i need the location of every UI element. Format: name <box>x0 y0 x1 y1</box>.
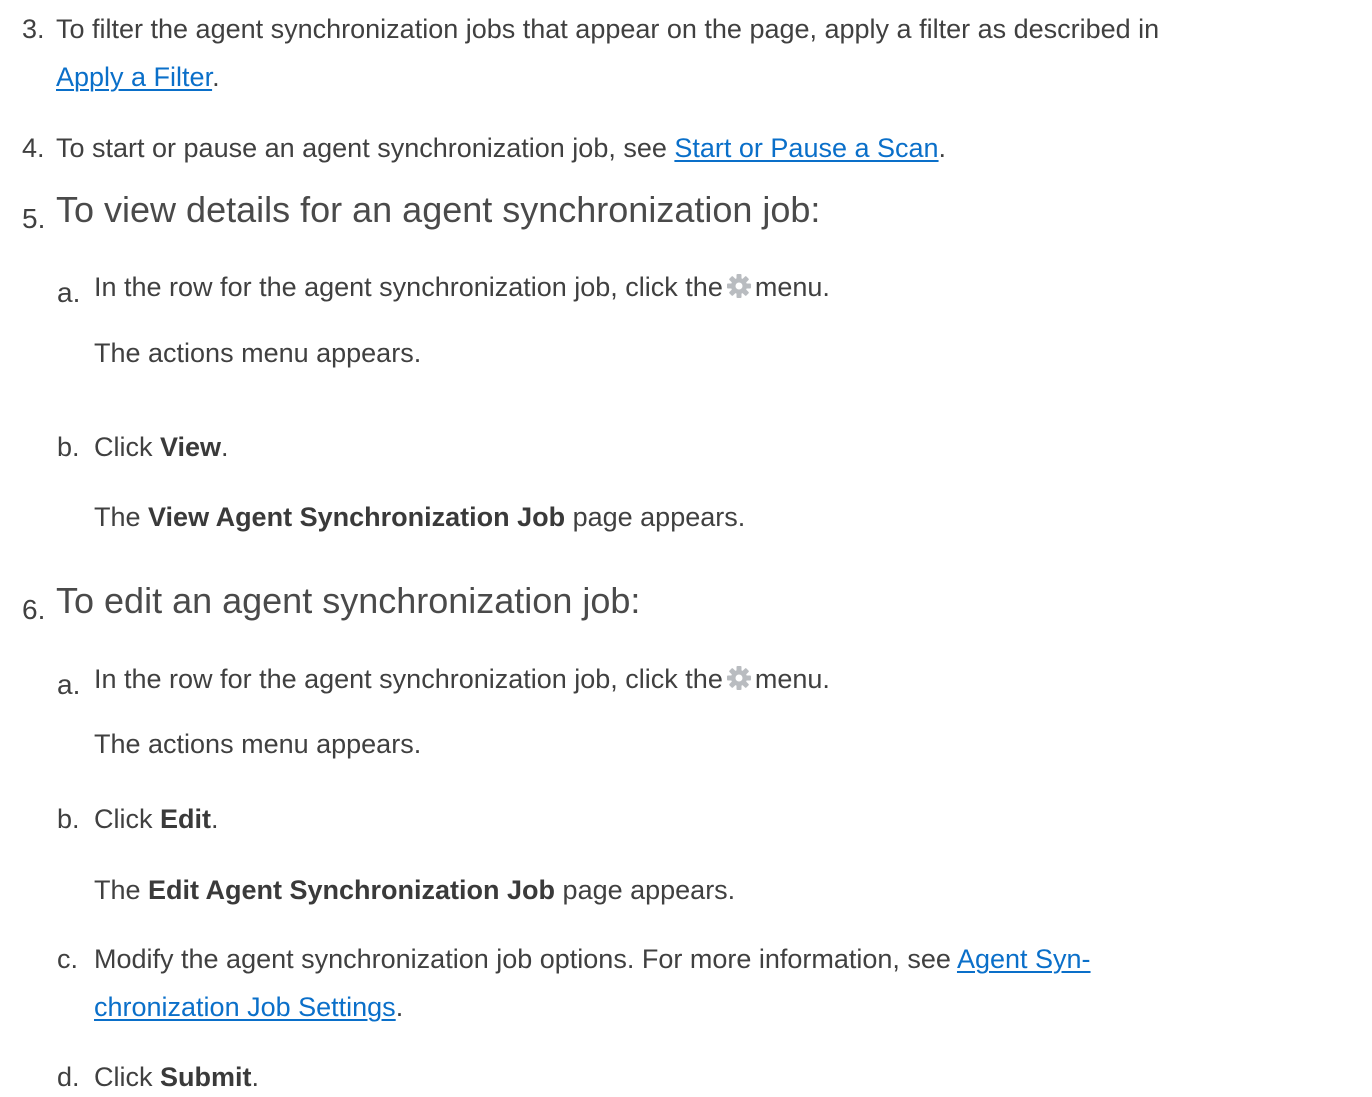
step-5a-after-icon: menu. <box>754 272 830 302</box>
step-6d-text: Click Submit. <box>94 1060 259 1094</box>
step-5a-result: The actions menu appears. <box>94 338 422 368</box>
step-3-text: To filter the agent synchronization jobs… <box>56 14 1160 44</box>
step-5-number: 5. <box>22 203 46 234</box>
step-6d-click: Click <box>94 1062 160 1092</box>
step-3-period: . <box>212 62 220 92</box>
step-6c-text: Modify the agent synchronization job opt… <box>94 942 1091 976</box>
step-5b-result-after: page appears. <box>565 502 746 532</box>
step-5b-letter: b. <box>57 432 80 462</box>
step-5b-result: The View Agent Synchronization Job page … <box>94 500 745 534</box>
step-6b-text: Click Edit. <box>94 802 219 836</box>
view-label: View <box>160 432 222 462</box>
step-4-period: . <box>938 133 947 163</box>
step-5b-click: Click <box>94 432 160 462</box>
step-6b-result: The Edit Agent Synchronization Job page … <box>94 873 735 907</box>
step-3-link-line: Apply a Filter. <box>56 60 220 94</box>
step-6c-line2: chronization Job Settings. <box>94 990 403 1024</box>
apply-filter-link[interactable]: Apply a Filter <box>56 62 212 92</box>
step-6d-period: . <box>251 1062 260 1092</box>
step-5a-before-icon: In the row for the agent synchronization… <box>94 272 723 302</box>
step-6a-text: In the row for the agent synchronization… <box>94 662 830 699</box>
step-6b-result-the: The <box>94 875 149 905</box>
step-6b-letter: b. <box>57 804 80 834</box>
step-3-number: 3. <box>22 14 45 44</box>
start-pause-scan-link[interactable]: Start or Pause a Scan <box>674 133 938 163</box>
step-5b-text: Click View. <box>94 430 229 464</box>
step-6a-result: The actions menu appears. <box>94 729 422 759</box>
submit-label: Submit <box>160 1062 252 1092</box>
step-4-text: To start or pause an agent synchronizati… <box>56 131 946 165</box>
step-5-heading: To view details for an agent synchroniza… <box>56 189 821 230</box>
step-6c-before-link: Modify the agent synchronization job opt… <box>94 944 957 974</box>
step-6a-after-icon: menu. <box>754 664 830 694</box>
step-6c-letter: c. <box>57 944 79 974</box>
step-6c-period: . <box>395 992 404 1022</box>
step-4-before-link: To start or pause an agent synchronizati… <box>56 133 675 163</box>
agent-sync-settings-link-part2[interactable]: chronization Job Settings <box>94 992 396 1022</box>
step-6b-click: Click <box>94 804 160 834</box>
step-5a-letter: a. <box>57 277 81 308</box>
view-job-page-name: View Agent Synchronization Job <box>148 502 566 532</box>
step-6d-letter: d. <box>57 1062 80 1092</box>
step-6-heading: To edit an agent synchronization job: <box>56 580 641 621</box>
step-6b-period: . <box>211 804 219 834</box>
step-5b-period: . <box>221 432 229 462</box>
edit-job-page-name: Edit Agent Synchronization Job <box>148 875 556 905</box>
step-5b-result-the: The <box>94 502 149 532</box>
step-5a-text: In the row for the agent synchronization… <box>94 270 830 307</box>
step-6a-letter: a. <box>57 669 81 700</box>
step-6b-result-after: page appears. <box>555 875 736 905</box>
gear-icon <box>726 273 752 307</box>
step-6a-before-icon: In the row for the agent synchronization… <box>94 664 723 694</box>
agent-sync-settings-link-part1[interactable]: Agent Syn- <box>957 944 1091 974</box>
edit-label: Edit <box>160 804 211 834</box>
step-4-number: 4. <box>22 133 45 163</box>
step-6-number: 6. <box>22 594 46 625</box>
gear-icon <box>726 665 752 699</box>
